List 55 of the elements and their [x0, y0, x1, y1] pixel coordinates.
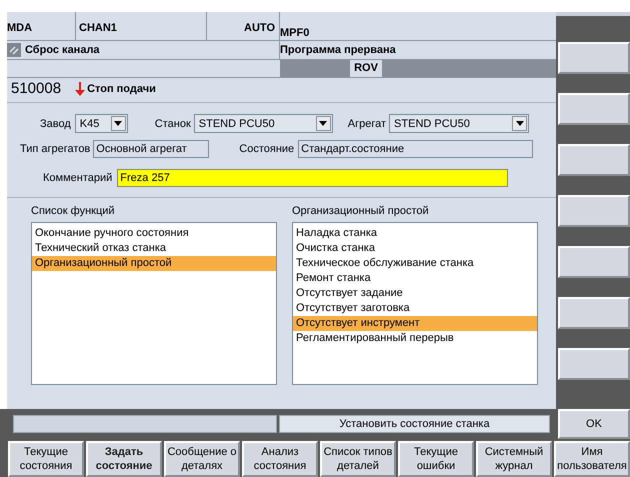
softkey-button[interactable]: Анализ состояния — [242, 441, 318, 477]
caret-icon — [110, 116, 126, 132]
side-softkey[interactable] — [558, 246, 630, 278]
operation-label: AUTO — [207, 12, 280, 40]
dropdown[interactable]: STEND PCU50 — [194, 114, 333, 134]
softkey-button[interactable]: Системный журнал — [476, 441, 552, 477]
softkey-button[interactable]: Текущие ошибки — [398, 441, 474, 477]
list-title: Список функций — [31, 204, 116, 219]
state-label: Состояние — [239, 142, 294, 157]
list-item[interactable]: Ремонт станка — [293, 271, 537, 286]
dropdown[interactable]: STEND PCU50 — [389, 114, 530, 134]
unit-type-field: Основной агрегат — [93, 140, 210, 158]
unit-label: Агрегат — [348, 116, 386, 132]
state-field: Стандарт.состояние — [298, 140, 534, 158]
softkey-button[interactable]: Текущие состояния — [8, 441, 84, 477]
channel-status: Сброс канала — [25, 42, 100, 58]
alarm-number: 510008 — [11, 78, 62, 99]
list-item[interactable]: Отсутствует задание — [293, 286, 537, 302]
list-item[interactable]: Техническое обслуживание станка — [293, 256, 537, 272]
side-softkey[interactable] — [558, 296, 630, 329]
caret-icon — [316, 116, 331, 132]
machine-label: Станок — [154, 116, 191, 132]
side-softkey[interactable] — [558, 144, 630, 176]
list-item[interactable]: Наладка станка — [293, 226, 537, 242]
list-item[interactable]: Окончание ручного состояния — [32, 226, 276, 242]
list-title: Организационный простой — [292, 204, 430, 219]
side-softkey[interactable] — [558, 348, 630, 380]
program-status: Программа прервана — [280, 42, 397, 58]
alarm-message: Стоп подачи — [87, 82, 156, 97]
caret-icon — [512, 116, 528, 132]
dropdown[interactable]: K45 — [74, 114, 128, 134]
list-item[interactable]: Регламентированный перерыв — [293, 331, 537, 346]
side-softkey[interactable] — [558, 92, 630, 125]
side-softkey[interactable] — [558, 194, 630, 227]
plant-label: Завод — [40, 116, 71, 132]
comment-label: Комментарий — [43, 170, 112, 186]
comment-field[interactable]: Freza 257 — [117, 168, 508, 187]
status-message: Установить состояние станка — [279, 415, 550, 434]
list-item[interactable]: Отсутствует инструмент — [293, 316, 537, 332]
unit-type-label: Тип агрегатов — [20, 142, 90, 157]
override-label: ROV — [350, 60, 382, 77]
ok-button[interactable]: OK — [558, 409, 630, 440]
side-softkey[interactable] — [558, 42, 630, 74]
down-arrow-icon — [75, 82, 86, 96]
list-item[interactable]: Отсутствует заготовка — [293, 301, 537, 316]
channel-label: CHAN1 — [76, 12, 207, 40]
softkey-button[interactable]: Сообщение о деталях — [164, 441, 240, 477]
mode-label: MDA — [7, 12, 76, 40]
list-item[interactable]: Организационный простой — [32, 256, 276, 272]
softkey-button[interactable]: Имя пользователя — [554, 441, 630, 477]
list-item[interactable]: Очистка станка — [293, 241, 537, 256]
softkey-button[interactable]: Список типов деталей — [320, 441, 396, 477]
softkey-button[interactable]: Задать состояние — [86, 441, 162, 477]
list-item[interactable]: Технический отказ станка — [32, 241, 276, 256]
program-label: MPF0 — [280, 26, 310, 40]
